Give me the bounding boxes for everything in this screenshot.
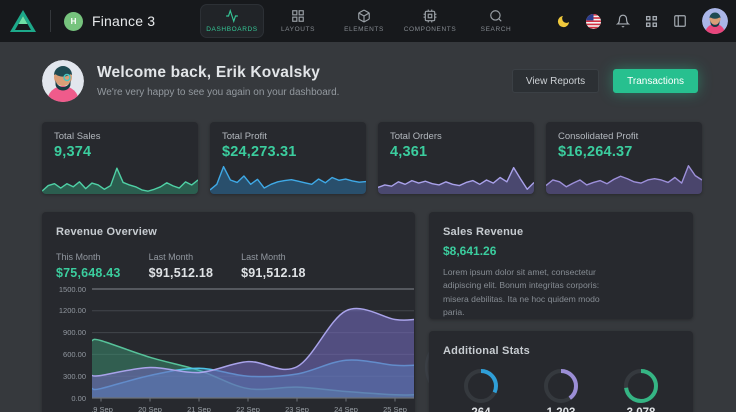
box-icon xyxy=(357,9,371,23)
mini-donut-stat: 264 xyxy=(461,369,501,412)
navbar-actions xyxy=(556,0,728,42)
top-navbar: H Finance 3 DASHBOARDS LAYOUTS ELEMENTS … xyxy=(0,0,736,42)
x-tick-label: 21 Sep xyxy=(187,405,211,412)
welcome-avatar xyxy=(42,60,84,102)
moon-icon[interactable] xyxy=(556,14,571,29)
y-axis-labels: 1500.00 1200.00 900.00 600.00 300.00 0.00 xyxy=(46,284,86,404)
x-tick-label: 22 Sep xyxy=(236,405,260,412)
panel-title: Revenue Overview xyxy=(56,226,401,238)
nav-label: LAYOUTS xyxy=(281,26,315,33)
stat-label: Total Orders xyxy=(390,131,442,142)
stat-label: This Month xyxy=(56,252,121,262)
revenue-area-chart: 1500.00 1200.00 900.00 600.00 300.00 0.00 19 … xyxy=(46,284,406,412)
revenue-stat-last-month-2: Last Month $91,512.18 xyxy=(241,252,306,280)
stat-card-total-orders: Total Orders 4,361 xyxy=(378,122,534,194)
user-avatar[interactable] xyxy=(702,8,728,34)
stat-label: Last Month xyxy=(149,252,214,262)
stat-value: $91,512.18 xyxy=(241,266,306,280)
stat-label: Total Sales xyxy=(54,131,100,142)
y-tick-label: 600.00 xyxy=(46,350,86,359)
main-nav: DASHBOARDS LAYOUTS ELEMENTS COMPONENTS S… xyxy=(200,0,528,42)
y-tick-label: 1500.00 xyxy=(46,285,86,294)
x-tick-label: 24 Sep xyxy=(334,405,358,412)
app-title: Finance 3 xyxy=(92,13,155,29)
stat-value: $91,512.18 xyxy=(149,266,214,280)
activity-icon xyxy=(225,9,239,23)
bell-icon[interactable] xyxy=(616,14,630,28)
finance-dashboard: H Finance 3 DASHBOARDS LAYOUTS ELEMENTS … xyxy=(0,0,736,412)
nav-label: ELEMENTS xyxy=(344,26,384,33)
x-tick-label: 23 Sep xyxy=(285,405,309,412)
y-tick-label: 900.00 xyxy=(46,328,86,337)
y-tick-label: 0.00 xyxy=(46,394,86,403)
nav-label: DASHBOARDS xyxy=(206,26,258,33)
stat-card-total-profit: Total Profit $24,273.31 xyxy=(210,122,366,194)
divider xyxy=(50,10,51,32)
stat-value: $16,264.37 xyxy=(558,144,633,160)
stat-value: $75,648.43 xyxy=(56,266,121,280)
apps-grid-icon[interactable] xyxy=(645,15,658,28)
mini-donut-stat: 1,203 xyxy=(541,369,581,412)
welcome-title: Welcome back, Erik Kovalsky xyxy=(97,64,339,82)
x-tick-label: 20 Sep xyxy=(138,405,162,412)
mini-donuts-row: 264 1,203 3,078 xyxy=(443,369,679,412)
revenue-stat-last-month-1: Last Month $91,512.18 xyxy=(149,252,214,280)
revenue-overview-panel: Revenue Overview This Month $75,648.43 L… xyxy=(42,212,415,412)
brand-badge: H xyxy=(64,12,83,31)
stat-label: Consolidated Profit xyxy=(558,131,638,142)
nav-item-dashboards[interactable]: DASHBOARDS xyxy=(200,4,264,38)
sales-revenue-description: Lorem ipsum dolor sit amet, consectetur … xyxy=(443,266,611,319)
y-tick-label: 300.00 xyxy=(46,372,86,381)
mini-donut-stat: 3,078 xyxy=(621,369,661,412)
sparkline-chart xyxy=(42,160,198,194)
panel-title: Sales Revenue xyxy=(443,226,679,238)
welcome-text: Welcome back, Erik Kovalsky We're very h… xyxy=(97,64,339,98)
sales-revenue-value: $8,641.26 xyxy=(443,244,679,258)
stat-card-total-sales: Total Sales 9,374 xyxy=(42,122,198,194)
panel-title: Additional Stats xyxy=(443,345,679,357)
sparkline-chart xyxy=(210,160,366,194)
nav-item-layouts[interactable]: LAYOUTS xyxy=(266,4,330,38)
grid-icon xyxy=(291,9,305,23)
stat-value: 4,361 xyxy=(390,144,427,160)
search-icon xyxy=(489,9,503,23)
nav-item-elements[interactable]: ELEMENTS xyxy=(332,4,396,38)
stat-cards-row: Total Sales 9,374 Total Profit $24,273.3… xyxy=(42,122,702,194)
cpu-icon xyxy=(423,9,437,23)
stat-label: Last Month xyxy=(241,252,306,262)
mini-donut-value: 1,203 xyxy=(541,407,581,412)
mini-donut-chart xyxy=(544,369,578,403)
app-logo-icon xyxy=(9,8,37,34)
transactions-button[interactable]: Transactions xyxy=(613,69,698,93)
mini-donut-value: 264 xyxy=(461,407,501,412)
mini-donut-value: 3,078 xyxy=(621,407,661,412)
stat-value: 9,374 xyxy=(54,144,91,160)
sparkline-chart xyxy=(378,160,534,194)
additional-stats-panel: Additional Stats 264 1,203 3,078 xyxy=(429,331,693,412)
y-tick-label: 1200.00 xyxy=(46,306,86,315)
nav-item-search[interactable]: SEARCH xyxy=(464,4,528,38)
nav-label: SEARCH xyxy=(481,26,512,33)
revenue-stat-this-month: This Month $75,648.43 xyxy=(56,252,121,280)
nav-item-components[interactable]: COMPONENTS xyxy=(398,4,462,38)
nav-label: COMPONENTS xyxy=(404,26,457,33)
mini-donut-chart xyxy=(624,369,658,403)
stat-value: $24,273.31 xyxy=(222,144,297,160)
sidebar-toggle-icon[interactable] xyxy=(673,14,687,28)
welcome-subtitle: We're very happy to see you again on you… xyxy=(97,87,339,98)
revenue-stats: This Month $75,648.43 Last Month $91,512… xyxy=(56,252,401,280)
welcome-actions: View Reports Transactions xyxy=(512,69,698,93)
x-tick-label: 25 Sep xyxy=(383,405,407,412)
mini-donut-chart xyxy=(464,369,498,403)
stat-label: Total Profit xyxy=(222,131,267,142)
view-reports-button[interactable]: View Reports xyxy=(512,69,599,93)
x-tick-label: 19 Sep xyxy=(92,405,113,412)
brand[interactable]: H Finance 3 xyxy=(0,8,155,34)
us-flag-icon[interactable] xyxy=(586,14,601,29)
sales-revenue-panel: Sales Revenue $8,641.26 Lorem ipsum dolo… xyxy=(429,212,693,319)
chart-plot-area: 19 Sep 20 Sep 21 Sep 22 Sep 23 Sep 24 Sep 25 S… xyxy=(92,284,414,412)
stat-card-consolidated-profit: Consolidated Profit $16,264.37 xyxy=(546,122,702,194)
sparkline-chart xyxy=(546,160,702,194)
welcome-section: Welcome back, Erik Kovalsky We're very h… xyxy=(42,58,698,104)
